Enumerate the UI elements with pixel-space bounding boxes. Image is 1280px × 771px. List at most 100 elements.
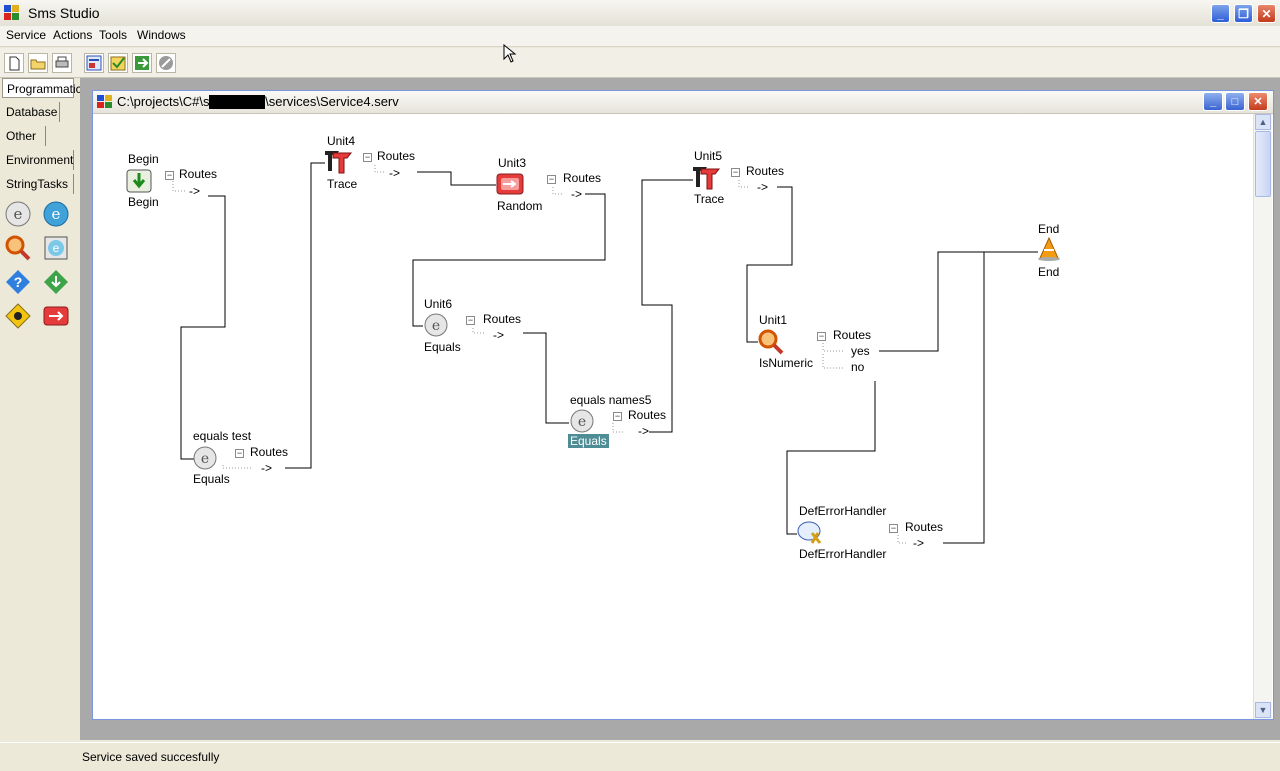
route-arrow[interactable]: -> [638, 424, 649, 438]
node-unit1-name: Unit1 [759, 313, 788, 327]
category-stringtasks[interactable]: StringTasks [2, 174, 74, 194]
begin-icon[interactable] [125, 167, 153, 198]
svg-text:e: e [14, 205, 23, 223]
route-arrow[interactable]: -> [389, 166, 400, 180]
restore-button[interactable]: ❐ [1234, 4, 1253, 23]
trace-icon[interactable] [691, 163, 721, 194]
category-environment[interactable]: Environment [2, 150, 74, 170]
routes-collapse-toggle[interactable]: − [165, 171, 174, 180]
isnumeric-icon[interactable] [757, 328, 785, 359]
node-equals-names5-name: equals names5 [570, 393, 652, 407]
routes-label: Routes [628, 408, 667, 422]
document-close-button[interactable]: ✕ [1248, 92, 1268, 111]
node-unit5-name: Unit5 [694, 149, 723, 163]
node-deferrorhandler-name: DefErrorHandler [799, 504, 887, 518]
warning-icon[interactable] [4, 302, 32, 333]
diagram-canvas[interactable]: Begin Begin − Routes -> Unit4 Trace − Ro… [93, 114, 1253, 719]
toolbox-panel: Programmatic Database Other Environment … [0, 78, 82, 738]
app-title: Sms Studio [28, 5, 100, 21]
stop-icon[interactable] [156, 53, 176, 73]
node-end-type: End [1038, 265, 1060, 279]
routes-collapse-toggle[interactable]: − [466, 316, 475, 325]
route-arrow[interactable]: -> [913, 536, 924, 550]
node-unit3-type: Random [497, 199, 543, 213]
properties-icon[interactable] [84, 53, 104, 73]
routes-label: Routes [250, 445, 289, 459]
node-unit4-type: Trace [327, 177, 358, 191]
scroll-down-arrow-icon[interactable]: ▼ [1255, 702, 1271, 718]
routes-collapse-toggle[interactable]: − [817, 332, 826, 341]
route-arrow[interactable]: -> [571, 187, 582, 201]
route-yes[interactable]: yes [851, 344, 870, 358]
node-unit6-type: Equals [424, 340, 461, 354]
menu-tools[interactable]: Tools [99, 27, 127, 43]
minimize-button[interactable]: _ [1211, 4, 1230, 23]
route-no[interactable]: no [851, 360, 864, 374]
node-equals-test-name: equals test [193, 429, 252, 443]
svg-text:?: ? [14, 274, 23, 290]
isnumeric-icon[interactable] [4, 234, 32, 265]
node-unit5-type: Trace [694, 192, 725, 206]
status-text: Service saved succesfully [82, 750, 220, 764]
route-arrow[interactable]: -> [493, 328, 504, 342]
routes-label: Routes [905, 520, 944, 534]
equals-icon[interactable]: e [192, 445, 218, 474]
route-arrow[interactable]: -> [261, 461, 272, 475]
equals-icon[interactable]: e [569, 408, 595, 437]
routes-collapse-toggle[interactable]: − [613, 412, 622, 421]
category-database[interactable]: Database [2, 102, 60, 122]
node-equals-test-type: Equals [193, 472, 230, 486]
category-other[interactable]: Other [2, 126, 46, 146]
equals-icon[interactable]: e [423, 312, 449, 341]
equals-square-icon[interactable]: e [42, 234, 70, 265]
trace-icon[interactable] [323, 147, 353, 178]
end-icon[interactable] [1036, 236, 1062, 265]
routes-collapse-toggle[interactable]: − [363, 153, 372, 162]
routes-collapse-toggle[interactable]: − [547, 175, 556, 184]
routes-label: Routes [833, 328, 872, 342]
node-unit3-name: Unit3 [498, 156, 527, 170]
route-arrow[interactable]: -> [757, 180, 768, 194]
error-handler-icon[interactable] [796, 519, 826, 550]
document-title-bar: C:\projects\C#\sms studio\services\Servi… [93, 91, 1273, 114]
svg-text:e: e [53, 241, 60, 255]
svg-text:e: e [52, 205, 61, 223]
random-icon[interactable] [42, 302, 70, 333]
diamond-icon[interactable] [42, 268, 70, 299]
routes-collapse-toggle[interactable]: − [235, 449, 244, 458]
print-icon[interactable] [52, 53, 72, 73]
close-button[interactable]: ✕ [1257, 4, 1276, 23]
route-arrow[interactable]: -> [189, 184, 200, 198]
validate-icon[interactable] [108, 53, 128, 73]
node-deferrorhandler-type: DefErrorHandler [799, 547, 887, 561]
routes-label: Routes [483, 312, 522, 326]
category-programmatic[interactable]: Programmatic [2, 78, 82, 98]
question-icon[interactable]: ? [4, 268, 32, 299]
document-maximize-button[interactable]: □ [1225, 92, 1245, 111]
new-icon[interactable] [4, 53, 24, 73]
node-unit1-type: IsNumeric [759, 356, 814, 370]
app-title-bar: Sms Studio _ ❐ ✕ [0, 0, 1280, 27]
scroll-up-arrow-icon[interactable]: ▲ [1255, 114, 1271, 130]
app-icon [4, 5, 20, 21]
document-minimize-button[interactable]: _ [1203, 92, 1223, 111]
svg-text:e: e [432, 318, 440, 334]
routes-label: Routes [377, 149, 416, 163]
run-icon[interactable] [132, 53, 152, 73]
menu-actions[interactable]: Actions [53, 27, 92, 43]
menu-windows[interactable]: Windows [137, 27, 186, 43]
scroll-thumb[interactable] [1255, 131, 1271, 197]
open-icon[interactable] [28, 53, 48, 73]
equals-icon[interactable]: e [4, 200, 32, 231]
equals-blue-icon[interactable]: e [42, 200, 70, 231]
vertical-scrollbar[interactable]: ▲ ▼ [1253, 114, 1272, 719]
random-icon[interactable] [495, 171, 525, 200]
mouse-cursor-icon [503, 43, 517, 67]
routes-collapse-toggle[interactable]: − [731, 168, 740, 177]
node-begin-name: Begin [128, 152, 159, 166]
routes-collapse-toggle[interactable]: − [889, 524, 898, 533]
node-begin-type: Begin [128, 195, 159, 209]
menu-service[interactable]: Service [6, 27, 46, 43]
node-unit6-name: Unit6 [424, 297, 453, 311]
document-icon [97, 95, 113, 112]
